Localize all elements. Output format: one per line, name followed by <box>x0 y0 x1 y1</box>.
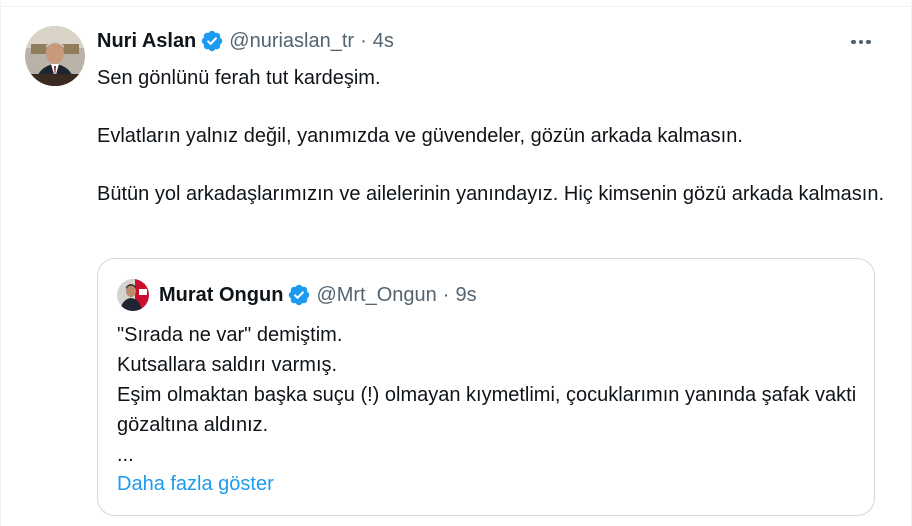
quoted-line: Eşim olmaktan başka suçu (!) olmayan kıy… <box>117 384 857 436</box>
quoted-tweet-body: "Sırada ne var" demiştim. Kutsallara sal… <box>117 320 862 470</box>
tweet-paragraph: Sen gönlünü ferah tut kardeşim. <box>97 67 381 89</box>
quoted-line: Kutsallara saldırı varmış. <box>117 354 338 376</box>
quoted-tweet-timestamp: 9s <box>455 283 477 306</box>
quoted-line: ... <box>117 444 134 466</box>
quoted-line: "Sırada ne var" demiştim. <box>117 324 343 346</box>
divider <box>1 6 912 7</box>
tweet-paragraph: Evlatların yalnız değil, yanımızda ve gü… <box>97 125 743 147</box>
quoted-author-name: Murat Ongun <box>159 283 284 306</box>
quoted-tweet-header: Murat Ongun @Mrt_Ongun · 9s <box>159 281 477 309</box>
more-horizontal-icon[interactable] <box>843 30 879 54</box>
avatar-image <box>25 26 85 86</box>
quoted-author-avatar <box>117 279 149 311</box>
author-handle[interactable]: @nuriaslan_tr <box>229 30 354 53</box>
show-more-link[interactable]: Daha fazla göster <box>117 469 274 499</box>
author-avatar[interactable] <box>25 26 85 86</box>
author-name[interactable]: Nuri Aslan <box>97 30 196 53</box>
tweet-card[interactable]: Nuri Aslan @nuriaslan_tr · 4s Sen gönlün… <box>0 0 912 526</box>
tweet-paragraph: Bütün yol arkadaşlarımızın ve ailelerini… <box>97 183 885 205</box>
quoted-tweet[interactable]: Murat Ongun @Mrt_Ongun · 9s "Sırada ne v… <box>97 258 875 516</box>
tweet-timestamp[interactable]: 4s <box>373 30 394 53</box>
separator-dot: · <box>442 283 450 306</box>
verified-badge-icon <box>202 30 223 52</box>
tweet-header: Nuri Aslan @nuriaslan_tr · 4s <box>97 28 394 54</box>
tweet-body: Sen gönlünü ferah tut kardeşim. Evlatlar… <box>97 63 887 209</box>
verified-badge-icon <box>289 284 310 306</box>
quoted-author-handle: @Mrt_Ongun <box>316 283 437 306</box>
avatar-image <box>117 279 149 311</box>
separator-dot: · <box>360 29 367 52</box>
